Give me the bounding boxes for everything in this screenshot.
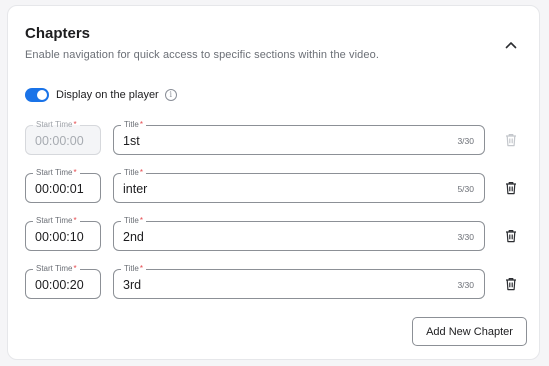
delete-chapter-button[interactable] bbox=[504, 228, 518, 244]
start-time-value[interactable]: 00:00:10 bbox=[35, 230, 84, 244]
delete-chapter-button[interactable] bbox=[504, 180, 518, 196]
collapse-button[interactable] bbox=[500, 36, 522, 54]
chapter-row: Start Time* 00:00:20 Title* 3rd 3/30 bbox=[25, 263, 525, 301]
title-field[interactable]: Title* 3rd 3/30 bbox=[113, 263, 485, 299]
title-value[interactable]: inter bbox=[123, 182, 147, 196]
chapter-row: Start Time* 00:00:00 Title* 1st 3/30 bbox=[25, 119, 525, 157]
section-title: Chapters bbox=[25, 25, 91, 42]
chapters-panel: Chapters Enable navigation for quick acc… bbox=[7, 5, 540, 360]
character-count: 3/30 bbox=[457, 232, 474, 242]
start-time-label: Start Time* bbox=[33, 167, 80, 179]
info-icon[interactable]: i bbox=[164, 89, 177, 101]
title-value[interactable]: 3rd bbox=[123, 278, 141, 292]
start-time-value[interactable]: 00:00:20 bbox=[35, 278, 84, 292]
trash-icon bbox=[506, 182, 516, 195]
title-label: Title* bbox=[121, 215, 146, 227]
character-count: 5/30 bbox=[457, 184, 474, 194]
start-time-field: Start Time* 00:00:00 bbox=[25, 119, 101, 155]
title-label: Title* bbox=[121, 263, 146, 275]
start-time-value: 00:00:00 bbox=[35, 134, 84, 148]
chevron-up-icon bbox=[505, 42, 517, 49]
start-time-field[interactable]: Start Time* 00:00:01 bbox=[25, 167, 101, 203]
start-time-label: Start Time* bbox=[33, 119, 80, 131]
title-label: Title* bbox=[121, 119, 146, 131]
start-time-label: Start Time* bbox=[33, 215, 80, 227]
character-count: 3/30 bbox=[457, 136, 474, 146]
start-time-field[interactable]: Start Time* 00:00:10 bbox=[25, 215, 101, 251]
title-value[interactable]: 2nd bbox=[123, 230, 144, 244]
title-field[interactable]: Title* 2nd 3/30 bbox=[113, 215, 485, 251]
trash-icon bbox=[506, 134, 516, 147]
delete-chapter-button bbox=[504, 132, 518, 148]
title-value[interactable]: 1st bbox=[123, 134, 140, 148]
start-time-label: Start Time* bbox=[33, 263, 80, 275]
delete-chapter-button[interactable] bbox=[504, 276, 518, 292]
trash-icon bbox=[506, 230, 516, 243]
display-toggle-label: Display on the player bbox=[56, 89, 159, 101]
chapter-row: Start Time* 00:00:01 Title* inter 5/30 bbox=[25, 167, 525, 205]
trash-icon bbox=[506, 278, 516, 291]
add-new-chapter-button[interactable]: Add New Chapter bbox=[412, 317, 527, 346]
start-time-field[interactable]: Start Time* 00:00:20 bbox=[25, 263, 101, 299]
character-count: 3/30 bbox=[457, 280, 474, 290]
start-time-value[interactable]: 00:00:01 bbox=[35, 182, 84, 196]
title-label: Title* bbox=[121, 167, 146, 179]
title-field[interactable]: Title* 1st 3/30 bbox=[113, 119, 485, 155]
toggle-knob bbox=[37, 90, 47, 100]
title-field[interactable]: Title* inter 5/30 bbox=[113, 167, 485, 203]
display-on-player-toggle[interactable] bbox=[25, 88, 49, 102]
chapter-row: Start Time* 00:00:10 Title* 2nd 3/30 bbox=[25, 215, 525, 253]
section-subtitle: Enable navigation for quick access to sp… bbox=[25, 49, 379, 61]
display-toggle-row: Display on the player i bbox=[25, 86, 177, 104]
